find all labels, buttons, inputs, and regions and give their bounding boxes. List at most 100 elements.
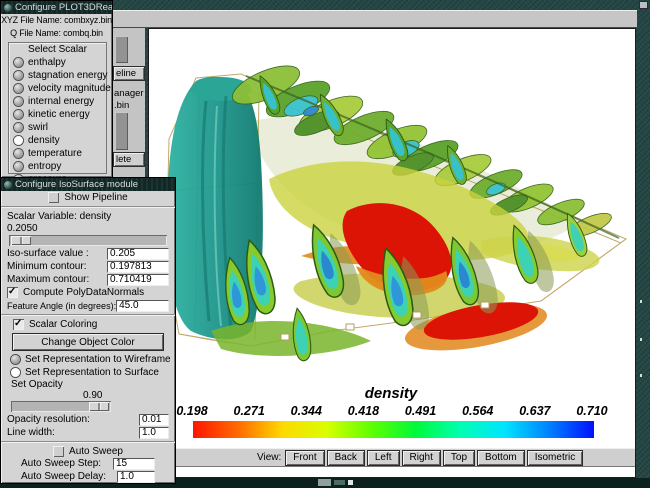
radio-icon [14, 162, 23, 171]
feature-angle-field[interactable]: 45.0 [116, 300, 169, 312]
frame-mark [640, 374, 642, 377]
taskbar-item[interactable] [318, 479, 331, 486]
scalar-label: stagnation energy [28, 70, 108, 81]
checkbox-checked-icon [7, 287, 18, 298]
view-button[interactable]: Right [402, 450, 441, 466]
scalar-option[interactable]: entropy [9, 160, 106, 173]
scrollbar-thumb[interactable] [115, 112, 128, 150]
wireframe-radio[interactable]: Set Representation to Wireframe [11, 353, 169, 366]
view-toolbar: View: Front Back Left Right Top Bottom I… [151, 448, 635, 467]
auto-sweep-delay-row: Auto Sweep Delay: 1.0 [21, 470, 169, 483]
taskbar-item[interactable] [348, 480, 353, 485]
scalar-label: entropy [28, 161, 61, 172]
view-button[interactable]: Isometric [527, 450, 584, 466]
feature-angle-row: Feature Angle (in degrees): 45.0 [7, 299, 169, 312]
scalar-option[interactable]: enthalpy [9, 56, 106, 69]
legend-tick: 0.710 [570, 404, 614, 418]
view-button[interactable]: Bottom [477, 450, 525, 466]
frame-mark [640, 338, 642, 341]
legend-tick: 0.491 [399, 404, 443, 418]
legend-tick: 0.271 [227, 404, 271, 418]
max-contour-field[interactable]: 0.710419 [107, 274, 169, 286]
background-pipeline-panel: eline anager .bin lete [111, 28, 145, 180]
opacity-resolution-field[interactable]: 0.01 [139, 414, 169, 426]
line-width-field[interactable]: 1.0 [139, 427, 169, 439]
min-contour-row: Minimum contour: 0.197813 [7, 260, 169, 273]
color-scale-bar [193, 421, 594, 438]
scalar-label: swirl [28, 122, 48, 133]
scalar-option[interactable]: stagnation energy [9, 69, 106, 82]
scalar-option[interactable]: kinetic energy [9, 108, 106, 121]
isosurface-dialog: Configure IsoSurface module Show Pipelin… [0, 177, 176, 484]
iso-value-field[interactable]: 0.205 [107, 248, 169, 260]
window-icon [4, 4, 12, 12]
scalar-option[interactable]: swirl [9, 121, 106, 134]
legend-ticks: 0.198 0.271 0.344 0.418 0.491 0.564 0.63… [170, 404, 614, 418]
taskbar-item[interactable] [334, 480, 345, 485]
view-button[interactable]: Top [443, 450, 475, 466]
window-icon [4, 181, 12, 189]
scalar-label: enthalpy [28, 57, 66, 68]
select-scalar-frame: Select Scalar enthalpy stagnation energy… [8, 42, 107, 174]
view-label: View: [257, 452, 281, 463]
scalar-option[interactable]: temperature [9, 147, 106, 160]
slider-thumb[interactable] [11, 236, 31, 245]
auto-sweep-delay-field[interactable]: 1.0 [117, 471, 155, 483]
scrollbar-thumb[interactable] [115, 36, 128, 63]
pipeline-button-fragment[interactable]: eline [113, 66, 145, 81]
checkbox-checked-icon [13, 319, 24, 330]
plot3d-titlebar[interactable]: Configure PLOT3DReader modul [1, 1, 112, 14]
surface-radio[interactable]: Set Representation to Surface [11, 366, 169, 379]
radio-icon [14, 123, 23, 132]
legend-tick: 0.637 [513, 404, 557, 418]
iso-value-row: Iso-surface value : 0.205 [7, 247, 169, 260]
combustor-isosurface-scene [151, 31, 635, 385]
scalar-label: density [28, 135, 60, 146]
opacity-resolution-row: Opacity resolution: 0.01 [7, 413, 169, 426]
legend-title: density [149, 385, 633, 402]
radio-icon [14, 136, 23, 145]
change-object-color-button[interactable]: Change Object Color [12, 333, 164, 351]
view-button[interactable]: Front [285, 450, 324, 466]
iso-value-slider[interactable] [9, 235, 167, 246]
opacity-value: 0.90 [83, 390, 102, 401]
scalar-variable-label: Scalar Variable: density [7, 211, 111, 222]
render-viewport[interactable]: density 0.198 0.271 0.344 0.418 0.491 0.… [148, 28, 636, 478]
delete-button-fragment[interactable]: lete [113, 152, 145, 167]
radio-icon [14, 97, 23, 106]
plot3d-title: Configure PLOT3DReader modul [15, 2, 112, 13]
scalar-coloring-checkbox[interactable]: Scalar Coloring [13, 318, 169, 331]
scalar-option[interactable]: density [9, 134, 106, 147]
radio-selected-icon [11, 368, 20, 377]
view-button[interactable]: Back [327, 450, 365, 466]
line-width-row: Line width: 1.0 [7, 426, 169, 439]
checkbox-icon [48, 192, 59, 203]
q-file-label: Q File Name: combq.bin [1, 27, 112, 40]
min-contour-field[interactable]: 0.197813 [107, 261, 169, 273]
radio-icon [14, 71, 23, 80]
max-contour-row: Maximum contour: 0.710419 [7, 273, 169, 286]
radio-icon [14, 110, 23, 119]
isosurface-titlebar[interactable]: Configure IsoSurface module [1, 178, 175, 191]
auto-sweep-checkbox[interactable]: Auto Sweep [7, 445, 169, 457]
slider-thumb[interactable] [89, 402, 109, 411]
iso-slider-value: 0.2050 [7, 223, 38, 234]
manager-label-fragment: anager [114, 88, 144, 99]
checkbox-icon [53, 446, 64, 457]
auto-sweep-step-field[interactable]: 15 [113, 458, 155, 470]
set-opacity-label: Set Opacity [11, 379, 63, 390]
legend-tick: 0.344 [284, 404, 328, 418]
show-pipeline-checkbox[interactable]: Show Pipeline [7, 191, 169, 204]
opacity-slider[interactable] [11, 401, 111, 412]
view-button[interactable]: Left [367, 450, 400, 466]
compute-normals-checkbox[interactable]: Compute PolyDataNormals [7, 286, 169, 299]
scalar-label: kinetic energy [28, 109, 90, 120]
radio-icon [14, 149, 23, 158]
scalar-option[interactable]: internal energy [9, 95, 106, 108]
scalar-label: internal energy [28, 96, 94, 107]
window-corner-icon[interactable] [639, 1, 648, 9]
separator [1, 314, 175, 316]
legend-tick: 0.564 [456, 404, 500, 418]
scalar-list: enthalpy stagnation energy velocity magn… [9, 56, 106, 178]
scalar-option[interactable]: velocity magnitude [9, 82, 106, 95]
